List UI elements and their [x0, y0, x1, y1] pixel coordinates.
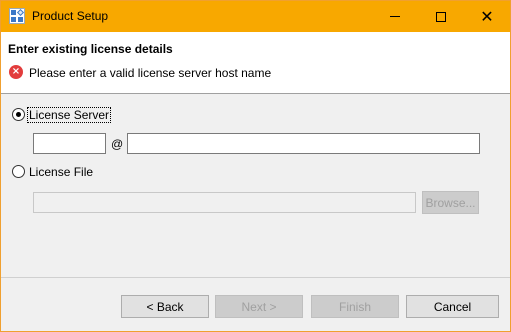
product-setup-window: Product Setup ✕ Enter existing license d…	[0, 0, 511, 332]
error-x-icon: ×	[9, 65, 23, 79]
port-input[interactable]	[33, 133, 106, 154]
maximize-icon	[436, 11, 446, 22]
at-separator: @	[111, 137, 124, 151]
page-title: Enter existing license details	[8, 42, 173, 56]
maximize-button[interactable]	[418, 1, 464, 32]
license-file-path-input[interactable]	[33, 192, 416, 213]
next-button[interactable]: Next >	[215, 295, 303, 318]
close-icon: ✕	[480, 6, 494, 26]
close-button[interactable]: ✕	[464, 1, 510, 32]
license-server-radio[interactable]	[12, 108, 25, 121]
footer-separator	[1, 277, 510, 278]
license-file-radio[interactable]	[12, 165, 25, 178]
app-icon	[9, 8, 25, 24]
title-bar[interactable]: Product Setup ✕	[1, 1, 510, 32]
browse-button[interactable]: Browse...	[422, 191, 479, 214]
window-title: Product Setup	[32, 9, 109, 23]
minimize-button[interactable]	[372, 1, 418, 32]
license-file-label[interactable]: License File	[29, 165, 93, 179]
finish-button[interactable]: Finish	[311, 295, 399, 318]
wizard-header: Enter existing license details × Please …	[1, 32, 510, 94]
back-button[interactable]: < Back	[121, 295, 209, 318]
host-input[interactable]	[127, 133, 480, 154]
license-server-label[interactable]: License Server	[26, 107, 112, 123]
cancel-button[interactable]: Cancel	[406, 295, 499, 318]
minimize-icon	[390, 16, 400, 17]
error-message: Please enter a valid license server host…	[29, 66, 272, 80]
